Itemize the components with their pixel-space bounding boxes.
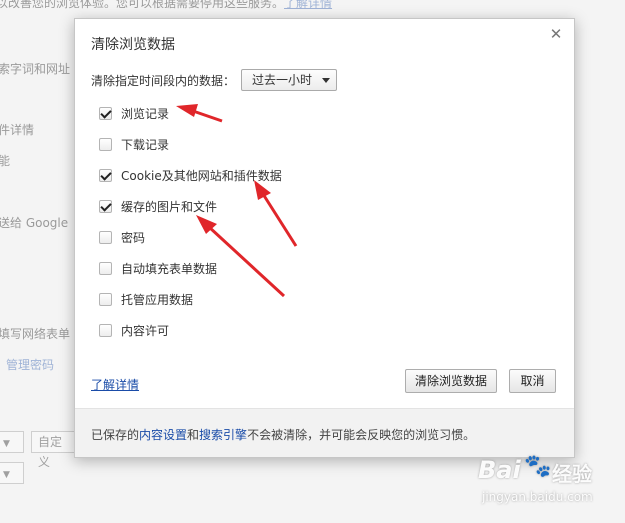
close-icon[interactable]: ✕ [548, 26, 564, 42]
option-label: 浏览记录 [121, 106, 170, 121]
option-label: 下载记录 [121, 137, 170, 152]
option-label: 密码 [121, 230, 146, 245]
bg-select-2: ▼ [0, 462, 24, 484]
option-label: Cookie及其他网站和插件数据 [121, 168, 282, 183]
option-label: 托管应用数据 [121, 292, 194, 307]
option-autofill[interactable]: 自动填充表单数据 [99, 260, 217, 276]
option-browsing-history[interactable]: 浏览记录 [99, 105, 169, 121]
checkbox-autofill[interactable] [99, 261, 112, 275]
chevron-down-icon [322, 77, 331, 83]
footer-and: 和 [187, 428, 200, 442]
bg-line-forms: 填写网络表单 [0, 327, 71, 341]
bg-line-func: 能 [0, 154, 11, 168]
checkbox-hosted-app-data[interactable] [99, 292, 112, 306]
option-hosted-app-data[interactable]: 托管应用数据 [99, 291, 193, 307]
option-label: 自动填充表单数据 [121, 261, 218, 276]
watermark-brand: Bai [478, 456, 521, 484]
clear-browsing-data-button[interactable]: 清除浏览数据 [405, 369, 497, 393]
time-range-label: 清除指定时间段内的数据： [91, 73, 236, 88]
bg-line-google: 送给 Google [0, 216, 69, 230]
bg-manage-passwords-link: 管理密码 [6, 358, 55, 372]
content-settings-link[interactable]: 内容设置 [139, 428, 187, 442]
watermark-url: jingyan.baidu.com [482, 490, 593, 504]
checkbox-passwords[interactable] [99, 230, 112, 244]
option-label: 缓存的图片和文件 [121, 199, 218, 214]
clear-browsing-data-dialog: 清除浏览数据 ✕ 清除指定时间段内的数据： 过去一小时 浏览记录 下载记录 Co… [74, 18, 575, 458]
checkbox-content-licenses[interactable] [99, 323, 112, 337]
time-range-value: 过去一小时 [252, 73, 313, 87]
footer-suffix: 不会被清除，并可能会反映您的浏览习惯。 [247, 428, 476, 442]
bg-learn-more-link: 了解详情 [284, 0, 333, 10]
dialog-title: 清除浏览数据 [91, 37, 175, 53]
cancel-button[interactable]: 取消 [509, 369, 556, 393]
bg-top-text: 以改善您的浏览体验。您可以根据需要停用这些服务。了解详情 [0, 0, 332, 11]
bg-line-details: 件详情 [0, 123, 35, 137]
watermark-brand-suffix: 经验 [552, 462, 592, 486]
bg-select-1: ▼ [0, 431, 24, 453]
baidu-watermark: Bai 🐾 经验 jingyan.baidu.com [468, 450, 618, 520]
checkbox-cached-files[interactable] [99, 199, 112, 213]
paw-icon: 🐾 [524, 454, 552, 479]
checkbox-browsing-history[interactable] [99, 106, 112, 120]
time-range-select[interactable]: 过去一小时 [241, 69, 338, 91]
option-label: 内容许可 [121, 323, 170, 338]
learn-more-link[interactable]: 了解详情 [91, 376, 139, 393]
option-download-history[interactable]: 下载记录 [99, 136, 169, 152]
bg-line-search: 索字词和网址 [0, 62, 71, 76]
option-content-licenses[interactable]: 内容许可 [99, 322, 169, 338]
checkbox-download-history[interactable] [99, 137, 112, 151]
search-engines-link[interactable]: 搜索引擎 [199, 428, 247, 442]
checkbox-cookies[interactable] [99, 168, 112, 182]
option-cached-files[interactable]: 缓存的图片和文件 [99, 198, 217, 214]
bg-custom-button: 自定义 [31, 431, 77, 469]
option-passwords[interactable]: 密码 [99, 229, 145, 245]
option-cookies[interactable]: Cookie及其他网站和插件数据 [99, 167, 282, 183]
time-range-row: 清除指定时间段内的数据： 过去一小时 [91, 69, 338, 91]
footer-prefix: 已保存的 [91, 428, 140, 442]
